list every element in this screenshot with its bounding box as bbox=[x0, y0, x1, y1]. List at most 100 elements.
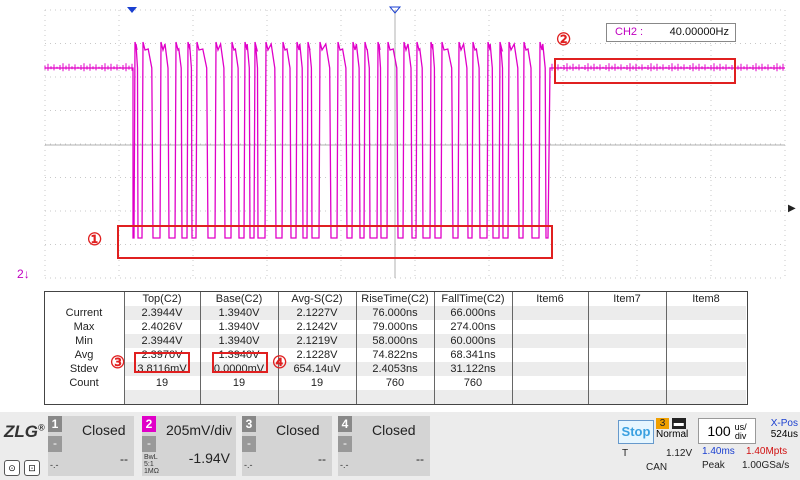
table-cell: 760 bbox=[385, 377, 405, 389]
ch4-offset: -- bbox=[416, 452, 424, 466]
table-cell: 66.000ns bbox=[450, 307, 496, 319]
trigger-mode[interactable]: 3 ▬ Normal bbox=[656, 418, 694, 444]
acq-time: 1.40ms bbox=[702, 446, 735, 457]
col-header[interactable]: RiseTime(C2) bbox=[356, 292, 434, 306]
trigger-protocol: CAN bbox=[646, 462, 668, 473]
ch3-offset: -- bbox=[318, 452, 326, 466]
table-row: Current 2.3944V 1.3940V 2.1227V 76.000ns… bbox=[45, 306, 747, 320]
ch1-state: Closed bbox=[82, 422, 126, 438]
logo-text: ZLG bbox=[4, 422, 38, 441]
ch2-coupling-icon: - bbox=[142, 436, 156, 452]
table-cell: 19 bbox=[232, 377, 246, 389]
table-cell: 2.3944V bbox=[141, 307, 183, 319]
table-cell: 2.1228V bbox=[296, 349, 338, 361]
table-cell: 1.3940V bbox=[218, 321, 260, 333]
xpos-label: X-Pos bbox=[770, 418, 798, 429]
run-stop-button[interactable]: Stop bbox=[618, 420, 654, 444]
annotation-label-2: ② bbox=[556, 30, 572, 49]
row-label: Max bbox=[73, 321, 95, 333]
timebase-control[interactable]: 100 us/ div bbox=[698, 418, 756, 444]
ch1-offset: -- bbox=[120, 452, 128, 466]
col-header[interactable]: Item8 bbox=[666, 292, 746, 306]
ch2-offset: -1.94V bbox=[188, 450, 230, 466]
measurement-table: Top(C2) Base(C2) Avg-S(C2) RiseTime(C2) … bbox=[44, 291, 748, 405]
acq-mode: Peak bbox=[702, 460, 725, 471]
table-cell: 2.3944V bbox=[141, 335, 183, 347]
zlg-logo: ZLG® bbox=[4, 422, 45, 442]
ch1-info: -.- bbox=[50, 460, 59, 470]
table-cell: 2.4026V bbox=[141, 321, 183, 333]
col-header[interactable]: Avg-S(C2) bbox=[278, 292, 356, 306]
ch1-number: 1 bbox=[48, 416, 62, 432]
row-stripe bbox=[124, 390, 746, 404]
channel-3-panel[interactable]: 3 - Closed -.- -- bbox=[242, 416, 332, 476]
sample-rate: 1.00GSa/s bbox=[742, 460, 790, 471]
table-cell: 1.3940V bbox=[218, 335, 260, 347]
magnify-icon[interactable]: ⊙ bbox=[4, 460, 20, 476]
ch4-number: 4 bbox=[338, 416, 352, 432]
ch3-state: Closed bbox=[276, 422, 320, 438]
table-cell: 274.00ns bbox=[450, 321, 496, 333]
ch1-coupling-icon: - bbox=[48, 436, 62, 452]
col-header[interactable]: FallTime(C2) bbox=[434, 292, 512, 306]
table-cell: 1.3940V bbox=[218, 307, 260, 319]
table-cell: 654.14uV bbox=[293, 363, 341, 375]
table-cell: 58.000ns bbox=[372, 335, 418, 347]
timebase-value: 100 bbox=[707, 423, 731, 439]
table-row: Min 2.3944V 1.3940V 2.1219V 58.000ns 60.… bbox=[45, 334, 747, 348]
table-cell: 2.1219V bbox=[296, 335, 338, 347]
channel-2-panel[interactable]: 2 - 205mV/div BwL 5:1 1MΩ -1.94V bbox=[142, 416, 236, 476]
ch3-info: -.- bbox=[244, 460, 253, 470]
timebase-unit-bottom: div bbox=[734, 431, 747, 442]
trigger-type-icon: ▬ bbox=[671, 418, 686, 429]
table-row: Count 19 19 19 760 760 bbox=[45, 376, 747, 390]
trigger-level: 1.12V bbox=[666, 448, 693, 459]
row-label: Min bbox=[75, 335, 93, 347]
table-header: Top(C2) Base(C2) Avg-S(C2) RiseTime(C2) … bbox=[45, 292, 747, 306]
table-cell: 2.1227V bbox=[296, 307, 338, 319]
logo-mark: ® bbox=[38, 422, 45, 433]
col-header[interactable]: Top(C2) bbox=[124, 292, 200, 306]
ch4-info: -.- bbox=[340, 460, 349, 470]
channel-1-panel[interactable]: 1 - Closed -.- -- bbox=[48, 416, 134, 476]
ch4-coupling-icon: - bbox=[338, 436, 352, 452]
ch3-number: 3 bbox=[242, 416, 256, 432]
table-row: Max 2.4026V 1.3940V 2.1242V 79.000ns 274… bbox=[45, 320, 747, 334]
waveform-display: CH2 : 40.00000Hz 2↓ ▶ ① ② bbox=[0, 0, 800, 285]
table-cell: 19 bbox=[310, 377, 324, 389]
ch2-number: 2 bbox=[142, 416, 156, 432]
table-cell: 79.000ns bbox=[372, 321, 418, 333]
ch2-info: BwL 5:1 1MΩ bbox=[144, 454, 159, 475]
row-label: Current bbox=[65, 307, 103, 319]
table-cell: 2.4053ns bbox=[372, 363, 418, 375]
ch2-marker-label: 2 bbox=[17, 267, 24, 281]
col-header[interactable]: Item7 bbox=[588, 292, 666, 306]
table-cell: 31.122ns bbox=[450, 363, 496, 375]
table-cell: 2.1242V bbox=[296, 321, 338, 333]
col-header[interactable]: Item6 bbox=[512, 292, 588, 306]
annotation-box-1 bbox=[117, 225, 553, 259]
annotation-box-3 bbox=[134, 352, 190, 373]
zoom-window-icon[interactable]: ⊡ bbox=[24, 460, 40, 476]
annotation-label-3: ③ bbox=[110, 353, 126, 372]
table-cell: 60.000ns bbox=[450, 335, 496, 347]
table-cell: 76.000ns bbox=[372, 307, 418, 319]
table-cell: 68.341ns bbox=[450, 349, 496, 361]
acq-points: 1.40Mpts bbox=[746, 446, 788, 457]
side-expand-icon[interactable]: ▶ bbox=[788, 203, 796, 214]
trigger-mode-label: Normal bbox=[656, 429, 689, 440]
freq-value: 40.00000Hz bbox=[669, 26, 729, 38]
ch2-level-marker[interactable]: 2↓ bbox=[17, 267, 30, 281]
ch2-scale: 205mV/div bbox=[166, 422, 233, 438]
col-header[interactable]: Base(C2) bbox=[200, 292, 278, 306]
ch4-state: Closed bbox=[372, 422, 416, 438]
table-cell: 760 bbox=[463, 377, 483, 389]
xpos-value: 524us bbox=[770, 429, 798, 440]
channel-4-panel[interactable]: 4 - Closed -.- -- bbox=[338, 416, 430, 476]
ch3-coupling-icon: - bbox=[242, 436, 256, 452]
x-position[interactable]: X-Pos 524us bbox=[758, 418, 798, 444]
freq-channel-label: CH2 : bbox=[615, 26, 644, 38]
row-label: Count bbox=[69, 377, 99, 389]
table-cell: 19 bbox=[155, 377, 169, 389]
frequency-readout: CH2 : 40.00000Hz bbox=[606, 23, 736, 42]
